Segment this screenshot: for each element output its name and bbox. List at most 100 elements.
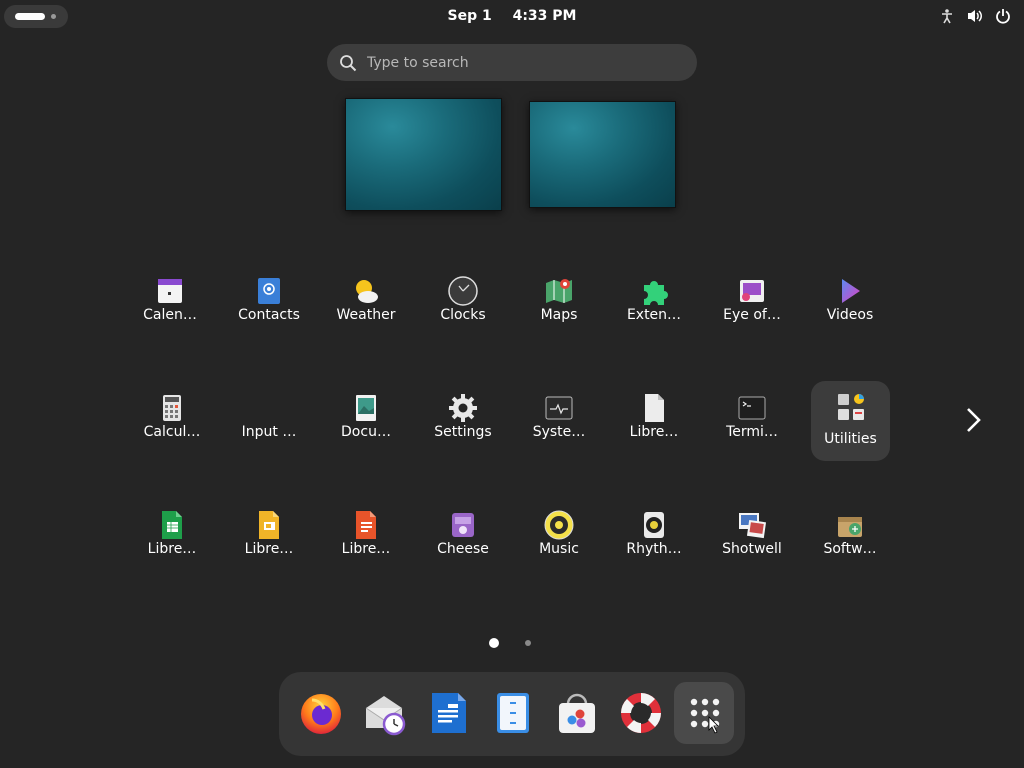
page-indicator — [489, 638, 539, 648]
extensions-icon — [644, 281, 668, 305]
app-label: Weather — [336, 307, 396, 323]
time-label: 4:33 PM — [512, 8, 577, 24]
image-viewer-icon — [740, 280, 764, 302]
firefox-icon — [301, 694, 341, 734]
app-rhythmbox[interactable]: Rhyth… — [610, 501, 698, 575]
shotwell-icon — [739, 513, 767, 539]
app-settings[interactable]: Settings — [419, 384, 507, 458]
app-terminal[interactable]: Termi… — [708, 384, 796, 458]
app-label: Clocks — [440, 307, 486, 323]
app-label: Libre… — [629, 424, 679, 440]
app-image-viewer[interactable]: Eye of… — [708, 267, 796, 341]
app-libreoffice-calc[interactable]: Libre… — [128, 501, 216, 575]
page-dot-1[interactable] — [489, 638, 499, 648]
app-label: Calcul… — [143, 424, 201, 440]
files-icon — [497, 693, 529, 733]
app-label: Utilities — [824, 431, 877, 447]
accessibility-icon[interactable] — [938, 7, 956, 25]
libreoffice-writer-icon — [432, 693, 466, 733]
app-label: Input … — [241, 424, 297, 440]
top-bar: Sep 1 4:33 PM — [0, 0, 1024, 32]
dock-show-apps[interactable] — [674, 682, 734, 744]
weather-icon — [356, 280, 378, 303]
app-label: Music — [539, 541, 579, 557]
maps-icon — [546, 279, 572, 303]
app-libreoffice-draw[interactable]: Libre… — [322, 501, 410, 575]
app-software[interactable]: Softw… — [806, 501, 894, 575]
mail-clock-icon — [365, 696, 406, 736]
app-cheese[interactable]: Cheese — [419, 501, 507, 575]
folder-utilities[interactable]: Utilities — [811, 381, 890, 461]
volume-icon[interactable] — [966, 7, 984, 25]
dock-libreoffice-writer[interactable] — [418, 682, 478, 744]
mouse-cursor-icon — [708, 716, 719, 734]
libreoffice-impress-icon — [259, 511, 279, 539]
utilities-folder-icon — [838, 394, 864, 420]
document-viewer-icon — [356, 395, 376, 421]
dock-mail-clock[interactable] — [354, 682, 414, 744]
app-label: Calen… — [143, 307, 197, 323]
app-music[interactable]: Music — [515, 501, 603, 575]
calendar-icon — [158, 279, 182, 303]
app-label: Cheese — [437, 541, 489, 557]
terminal-icon — [738, 396, 766, 420]
software-store-icon — [559, 693, 595, 733]
dock-firefox[interactable] — [290, 682, 350, 744]
rhythmbox-icon — [644, 512, 664, 538]
software-icon — [838, 517, 862, 537]
search-bar[interactable] — [327, 44, 697, 81]
dock-files[interactable] — [482, 682, 542, 744]
workspace-thumbnail-1[interactable] — [345, 98, 502, 211]
dock-help[interactable] — [610, 682, 670, 744]
search-input[interactable] — [367, 44, 677, 81]
settings-icon — [449, 394, 477, 422]
calculator-icon — [163, 395, 181, 421]
app-label: Termi… — [726, 424, 778, 440]
app-label: Libre… — [244, 541, 294, 557]
workspace-thumbnail-2[interactable] — [529, 101, 676, 208]
dock — [279, 672, 745, 756]
libreoffice-draw-icon — [356, 511, 376, 539]
libreoffice-icon — [645, 394, 664, 422]
search-icon — [340, 55, 357, 72]
app-calendar[interactable]: Calen… — [126, 267, 214, 341]
show-apps-icon — [690, 698, 720, 734]
app-contacts[interactable]: Contacts — [225, 267, 313, 341]
help-icon — [621, 693, 661, 733]
page-dot-2[interactable] — [525, 640, 531, 646]
app-videos[interactable]: Videos — [806, 267, 894, 341]
power-icon[interactable] — [994, 7, 1012, 25]
app-libreoffice[interactable]: Libre… — [610, 384, 698, 458]
date-label: Sep 1 — [447, 8, 492, 24]
system-tray[interactable] — [938, 6, 1012, 26]
app-calculator[interactable]: Calcul… — [128, 384, 216, 458]
videos-icon — [842, 279, 860, 303]
chevron-right-icon — [967, 408, 981, 432]
app-label: Rhyth… — [626, 541, 682, 557]
app-label: Eye of… — [723, 307, 781, 323]
dock-software-store[interactable] — [546, 682, 606, 744]
clocks-icon — [448, 276, 478, 306]
app-libreoffice-impress[interactable]: Libre… — [225, 501, 313, 575]
app-label: Docu… — [341, 424, 391, 440]
app-input-method[interactable]: Input … — [225, 384, 313, 458]
app-extensions[interactable]: Exten… — [610, 267, 698, 341]
app-clocks[interactable]: Clocks — [419, 267, 507, 341]
app-label: Maps — [540, 307, 578, 323]
app-label: Shotwell — [722, 541, 782, 557]
app-maps[interactable]: Maps — [515, 267, 603, 341]
app-shotwell[interactable]: Shotwell — [708, 501, 796, 575]
app-label: Videos — [826, 307, 874, 323]
music-icon — [544, 510, 574, 540]
next-page-button[interactable] — [959, 403, 989, 437]
app-label: Settings — [434, 424, 492, 440]
app-document-viewer[interactable]: Docu… — [322, 384, 410, 458]
contacts-icon — [258, 278, 280, 304]
app-label: Exten… — [626, 307, 682, 323]
app-weather[interactable]: Weather — [322, 267, 410, 341]
app-label: Syste… — [532, 424, 586, 440]
app-label: Contacts — [238, 307, 300, 323]
app-system-monitor[interactable]: Syste… — [515, 384, 603, 458]
clock-button[interactable]: Sep 1 4:33 PM — [0, 0, 1024, 32]
libreoffice-calc-icon — [162, 511, 182, 539]
